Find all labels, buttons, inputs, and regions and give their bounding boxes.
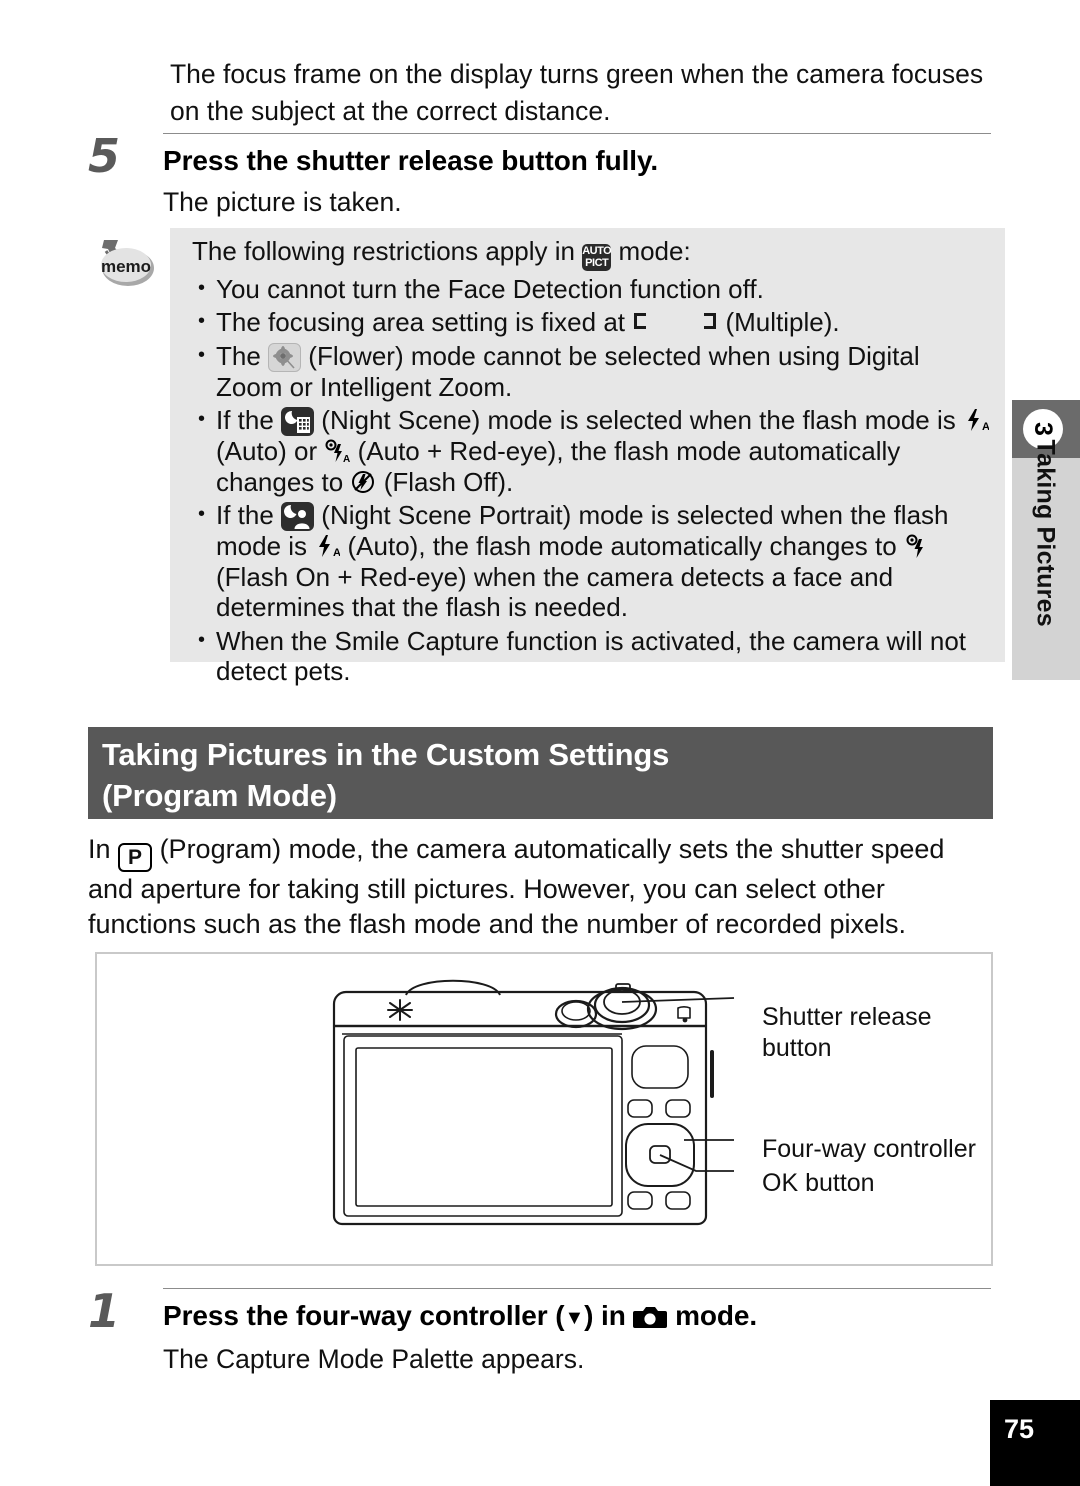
step-1-title-mid: ) in xyxy=(584,1300,626,1331)
chapter-title: Taking Pictures xyxy=(1031,439,1060,627)
memo-item-text: (Night Scene) mode is selected when the … xyxy=(321,405,956,435)
section-heading-line1: Taking Pictures in the Custom Settings xyxy=(102,737,670,772)
step-5-number: 5 xyxy=(88,129,121,183)
memo-item-text: (Auto + Red-eye), the flash mode automat… xyxy=(216,436,901,497)
page-number: 75 xyxy=(990,1400,1080,1486)
step-1-title-before: Press the four-way controller ( xyxy=(163,1300,565,1331)
memo-item-smile-capture: When the Smile Capture function is activ… xyxy=(192,625,992,687)
step-1-sub: The Capture Mode Palette appears. xyxy=(163,1344,585,1374)
memo-lead-after: mode: xyxy=(618,236,691,266)
callout-ok-rest: button xyxy=(805,1169,875,1197)
memo-item-text: The focusing area setting is fixed at xyxy=(216,307,626,337)
svg-text:A: A xyxy=(982,421,989,433)
step-5-title: Press the shutter release button fully. xyxy=(163,145,659,176)
section-intro-line3: functions such as the flash mode and the… xyxy=(88,909,906,939)
program-mode-icon: P xyxy=(118,843,153,872)
memo-item-text: If the xyxy=(216,405,274,435)
step-1-body: Press the four-way controller (▼) in mod… xyxy=(163,1288,991,1376)
memo-item-text: (Flash On + Red-eye) when the camera det… xyxy=(216,561,894,623)
svg-text:memo: memo xyxy=(101,257,151,276)
memo-item-night-scene: If the (Night Scene) mode is selected wh… xyxy=(192,404,992,497)
memo-lead: The following restrictions apply in AUTO… xyxy=(192,236,992,271)
svg-text:A: A xyxy=(333,547,340,559)
section-heading-banner: Taking Pictures in the Custom Settings (… xyxy=(88,727,993,819)
focus-frame-note: The focus frame on the display turns gre… xyxy=(170,56,1000,130)
memo-content: The following restrictions apply in AUTO… xyxy=(192,236,992,687)
callout-four-way-controller: Four-way controller xyxy=(762,1135,976,1163)
step-1-title-after: mode. xyxy=(675,1300,758,1331)
flash-on-redeye-icon xyxy=(904,533,930,559)
section-intro: In P (Program) mode, the camera automati… xyxy=(88,832,998,942)
memo-item-text: (Auto), the flash mode automatically cha… xyxy=(347,531,897,561)
memo-item-focusing-area: The focusing area setting is fixed at (M… xyxy=(192,306,992,338)
down-arrow-icon: ▼ xyxy=(564,1307,585,1329)
memo-item-text: (Auto) or xyxy=(216,436,318,466)
chapter-tab: 3 Taking Pictures xyxy=(1012,400,1080,680)
flash-auto-icon: A xyxy=(963,407,990,433)
night-scene-portrait-icon xyxy=(281,502,315,531)
camera-mode-icon xyxy=(633,1303,668,1329)
callout-shutter-release: Shutter release button xyxy=(762,1002,932,1064)
memo-icon: memo xyxy=(88,235,158,295)
step-1-number: 1 xyxy=(88,1284,121,1338)
callout-ok-label: OK xyxy=(762,1169,799,1197)
memo-item-text: (Multiple). xyxy=(725,307,840,337)
section-intro-after: (Program) mode, the camera automatically… xyxy=(159,834,945,864)
memo-box: The following restrictions apply in AUTO… xyxy=(170,228,1005,686)
memo-item-text: The xyxy=(216,340,261,371)
focus-frame-note-line1: The focus frame on the display turns gre… xyxy=(170,59,984,89)
section-intro-before: In xyxy=(88,834,111,864)
memo-item-text: (Flash Off). xyxy=(383,466,514,497)
svg-text:A: A xyxy=(343,454,350,464)
multiple-focus-bracket-icon xyxy=(632,313,718,333)
callout-shutter-release-line1: Shutter release xyxy=(762,1003,932,1031)
step-1-title: Press the four-way controller (▼) in mod… xyxy=(163,1298,991,1336)
callout-shutter-release-line2: button xyxy=(762,1034,832,1062)
camera-figure: Shutter release button Four-way controll… xyxy=(95,952,993,1266)
step-5-rule xyxy=(163,133,991,134)
camera-illustration xyxy=(332,979,735,1226)
memo-lead-before: The following restrictions apply in xyxy=(192,236,575,266)
step-5-body: Press the shutter release button fully. … xyxy=(163,133,991,219)
section-intro-line2: and aperture for taking still pictures. … xyxy=(88,874,885,904)
memo-item-text: You cannot turn the Face Detection funct… xyxy=(216,273,764,304)
memo-item-text: (Flower) mode cannot be selected when us… xyxy=(216,340,920,402)
memo-item-flower-mode: The xyxy=(192,340,992,403)
step-5-sub: The picture is taken. xyxy=(163,187,402,217)
night-scene-icon xyxy=(281,407,315,436)
flash-off-icon xyxy=(350,469,376,495)
memo-item-text: When the Smile Capture function is activ… xyxy=(216,625,967,687)
callout-ok-button: OK button xyxy=(762,1168,875,1199)
step-1-rule xyxy=(163,1288,991,1289)
flower-mode-icon xyxy=(268,342,302,372)
focus-lamp-icon xyxy=(387,999,413,1021)
section-heading-line2: (Program Mode) xyxy=(102,778,337,813)
memo-restriction-list: You cannot turn the Face Detection funct… xyxy=(192,273,992,687)
section-intro-line1: In P (Program) mode, the camera automati… xyxy=(88,832,998,872)
memo-item-face-detection: You cannot turn the Face Detection funct… xyxy=(192,273,992,305)
memo-item-night-scene-portrait: If the (Night Scene Portrait) mode is se… xyxy=(192,499,992,623)
flash-auto-icon: A xyxy=(314,533,341,559)
focus-frame-note-line2: on the subject at the correct distance. xyxy=(170,96,611,126)
memo-item-text: If the xyxy=(216,500,274,530)
auto-pict-icon: AUTO PICT xyxy=(582,243,612,271)
flash-auto-redeye-icon: A xyxy=(324,438,351,465)
